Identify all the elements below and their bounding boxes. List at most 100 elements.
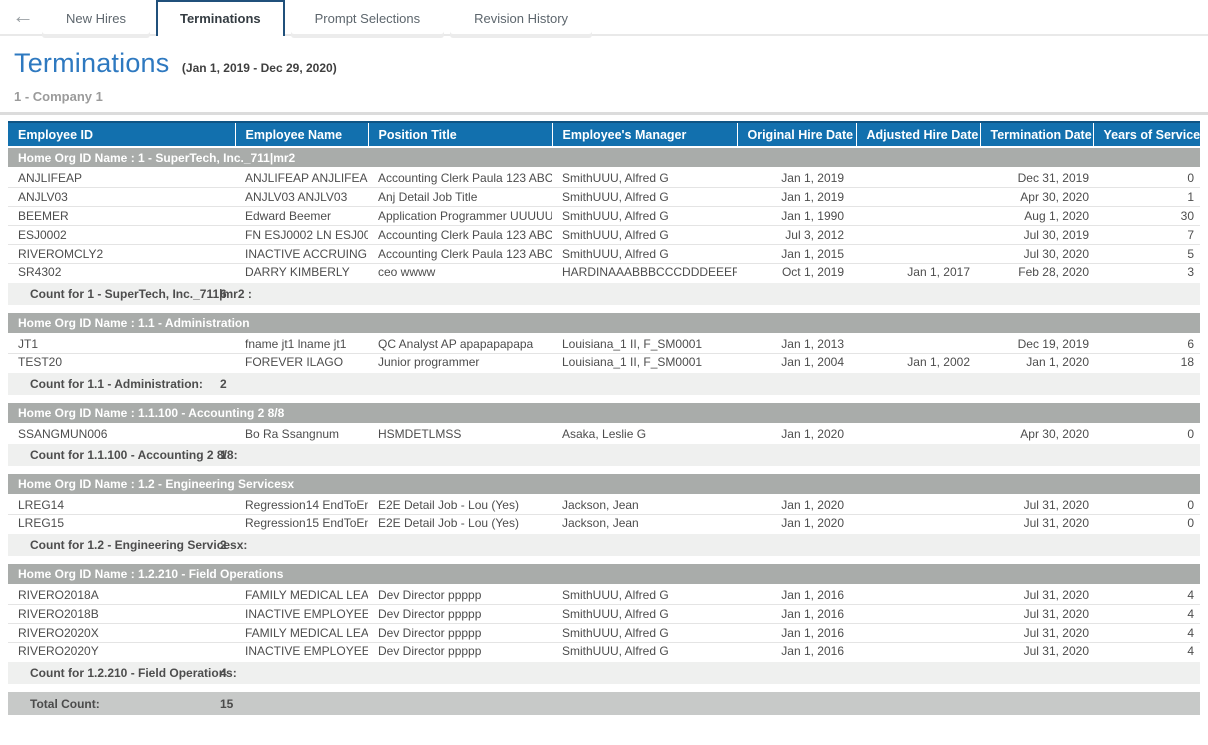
cell-employee-name: FN ESJ0002 LN ESJ0002 (235, 225, 368, 244)
cell-original-hire-date: Jan 1, 2013 (737, 334, 856, 353)
col-header-employees-manager[interactable]: Employee's Manager (552, 122, 737, 147)
group-header-label: Home Org ID Name : 1.2 - Engineering Ser… (8, 474, 1200, 495)
table-row: RIVEROMCLY2INACTIVE ACCRUING LVAccountin… (8, 244, 1200, 263)
cell-manager: SmithUUU, Alfred G (552, 168, 737, 187)
cell-original-hire-date: Jan 1, 2016 (737, 623, 856, 642)
terminations-table: Employee ID Employee Name Position Title… (8, 121, 1200, 715)
cell-years-of-service: 30 (1093, 206, 1200, 225)
col-header-termination-date[interactable]: Termination Date (980, 122, 1093, 147)
group-count-row: Count for 1.1.100 - Accounting 2 8/8:1 (8, 443, 1200, 466)
cell-employee-name: INACTIVE EMPLOYEE (235, 642, 368, 661)
cell-position-title: Dev Director ppppp (368, 623, 552, 642)
cell-manager: SmithUUU, Alfred G (552, 642, 737, 661)
total-count-cell: Total Count:15 (8, 692, 1200, 715)
group-count-label: Count for 1.1 - Administration: (30, 377, 203, 391)
group-count-label: Count for 1.1.100 - Accounting 2 8/8: (30, 448, 238, 462)
cell-employee-id: LREG15 (8, 514, 235, 533)
cell-manager: HARDINAAABBBCCCDDDEEEFFFG (552, 263, 737, 282)
cell-manager: SmithUUU, Alfred G (552, 244, 737, 263)
cell-employee-id: RIVERO2018A (8, 585, 235, 604)
tab-new-hires[interactable]: New Hires (42, 0, 150, 34)
col-header-position-title[interactable]: Position Title (368, 122, 552, 147)
col-header-employee-name[interactable]: Employee Name (235, 122, 368, 147)
cell-position-title: Junior programmer (368, 353, 552, 372)
cell-original-hire-date: Jan 1, 2020 (737, 495, 856, 514)
cell-manager: SmithUUU, Alfred G (552, 187, 737, 206)
cell-employee-name: Bo Ra Ssangnum (235, 424, 368, 443)
cell-years-of-service: 5 (1093, 244, 1200, 263)
cell-employee-id: ANJLIFEAP (8, 168, 235, 187)
cell-adjusted-hire-date (856, 206, 980, 225)
cell-years-of-service: 0 (1093, 168, 1200, 187)
cell-adjusted-hire-date (856, 244, 980, 263)
cell-employee-id: RIVERO2020X (8, 623, 235, 642)
cell-termination-date: Jul 30, 2019 (980, 225, 1093, 244)
cell-original-hire-date: Jan 1, 2019 (737, 187, 856, 206)
cell-employee-id: LREG14 (8, 495, 235, 514)
group-header-row: Home Org ID Name : 1.2 - Engineering Ser… (8, 474, 1200, 495)
group-count-value: 4 (220, 666, 227, 680)
group-header-label: Home Org ID Name : 1 - SuperTech, Inc._7… (8, 147, 1200, 168)
group-count-cell: Count for 1 - SuperTech, Inc._711|mr2 :6 (8, 282, 1200, 305)
col-header-years-of-service[interactable]: Years of Service (1093, 122, 1200, 147)
cell-termination-date: Dec 31, 2019 (980, 168, 1093, 187)
cell-termination-date: Jan 1, 2020 (980, 353, 1093, 372)
cell-employee-name: FOREVER ILAGO (235, 353, 368, 372)
table-row: ESJ0002FN ESJ0002 LN ESJ0002Accounting C… (8, 225, 1200, 244)
group-count-value: 2 (220, 377, 227, 391)
section-spacer (8, 556, 1200, 564)
cell-termination-date: Aug 1, 2020 (980, 206, 1093, 225)
cell-position-title: Accounting Clerk Paula 123 ABC (368, 244, 552, 263)
cell-adjusted-hire-date (856, 585, 980, 604)
group-header-row: Home Org ID Name : 1 - SuperTech, Inc._7… (8, 147, 1200, 168)
cell-original-hire-date: Jan 1, 2016 (737, 642, 856, 661)
cell-years-of-service: 6 (1093, 334, 1200, 353)
cell-adjusted-hire-date (856, 495, 980, 514)
cell-manager: SmithUUU, Alfred G (552, 206, 737, 225)
cell-position-title: Dev Director ppppp (368, 585, 552, 604)
group-count-value: 2 (220, 538, 227, 552)
col-header-adjusted-hire-date[interactable]: Adjusted Hire Date (856, 122, 980, 147)
col-header-original-hire-date[interactable]: Original Hire Date (737, 122, 856, 147)
cell-employee-id: TEST20 (8, 353, 235, 372)
table-row: RIVERO2018BINACTIVE EMPLOYEEDev Director… (8, 604, 1200, 623)
section-spacer (8, 305, 1200, 313)
cell-manager: SmithUUU, Alfred G (552, 585, 737, 604)
cell-employee-name: fname jt1 lname jt1 (235, 334, 368, 353)
col-header-employee-id[interactable]: Employee ID (8, 122, 235, 147)
group-header-row: Home Org ID Name : 1.2.210 - Field Opera… (8, 564, 1200, 585)
table-row: RIVERO2020XFAMILY MEDICAL LEAVEDev Direc… (8, 623, 1200, 642)
cell-adjusted-hire-date: Jan 1, 2002 (856, 353, 980, 372)
table-row: RIVERO2018AFAMILY MEDICAL LEAVEDev Direc… (8, 585, 1200, 604)
cell-years-of-service: 4 (1093, 585, 1200, 604)
cell-employee-id: SR4302 (8, 263, 235, 282)
table-row: ANJLV03ANJLV03 ANJLV03Anj Detail Job Tit… (8, 187, 1200, 206)
group-count-label: Count for 1 - SuperTech, Inc._711|mr2 : (30, 287, 252, 301)
report-table-body: Home Org ID Name : 1 - SuperTech, Inc._7… (8, 147, 1200, 715)
table-row: SR4302DARRY KIMBERLYceo wwwwHARDINAAABBB… (8, 263, 1200, 282)
back-arrow-icon[interactable]: ← (8, 1, 42, 31)
company-label: 1 - Company 1 (14, 89, 1208, 104)
cell-years-of-service: 1 (1093, 187, 1200, 206)
tab-terminations[interactable]: Terminations (156, 0, 285, 36)
total-count-label: Total Count: (30, 697, 100, 711)
cell-original-hire-date: Jan 1, 2004 (737, 353, 856, 372)
section-spacer (8, 684, 1200, 692)
tab-revision-history[interactable]: Revision History (450, 0, 592, 34)
cell-employee-id: RIVEROMCLY2 (8, 244, 235, 263)
cell-employee-name: INACTIVE EMPLOYEE (235, 604, 368, 623)
cell-adjusted-hire-date (856, 604, 980, 623)
cell-position-title: ceo wwww (368, 263, 552, 282)
cell-position-title: Application Programmer UUUUUUU (368, 206, 552, 225)
cell-position-title: HSMDETLMSS (368, 424, 552, 443)
cell-years-of-service: 0 (1093, 424, 1200, 443)
tab-prompt-selections[interactable]: Prompt Selections (291, 0, 445, 34)
cell-original-hire-date: Jan 1, 2015 (737, 244, 856, 263)
cell-termination-date: Jul 31, 2020 (980, 623, 1093, 642)
group-header-label: Home Org ID Name : 1.1 - Administration (8, 313, 1200, 334)
cell-termination-date: Jul 31, 2020 (980, 604, 1093, 623)
cell-termination-date: Apr 30, 2020 (980, 424, 1093, 443)
cell-employee-id: JT1 (8, 334, 235, 353)
group-count-row: Count for 1.2.210 - Field Operations:4 (8, 661, 1200, 684)
section-spacer (8, 395, 1200, 403)
